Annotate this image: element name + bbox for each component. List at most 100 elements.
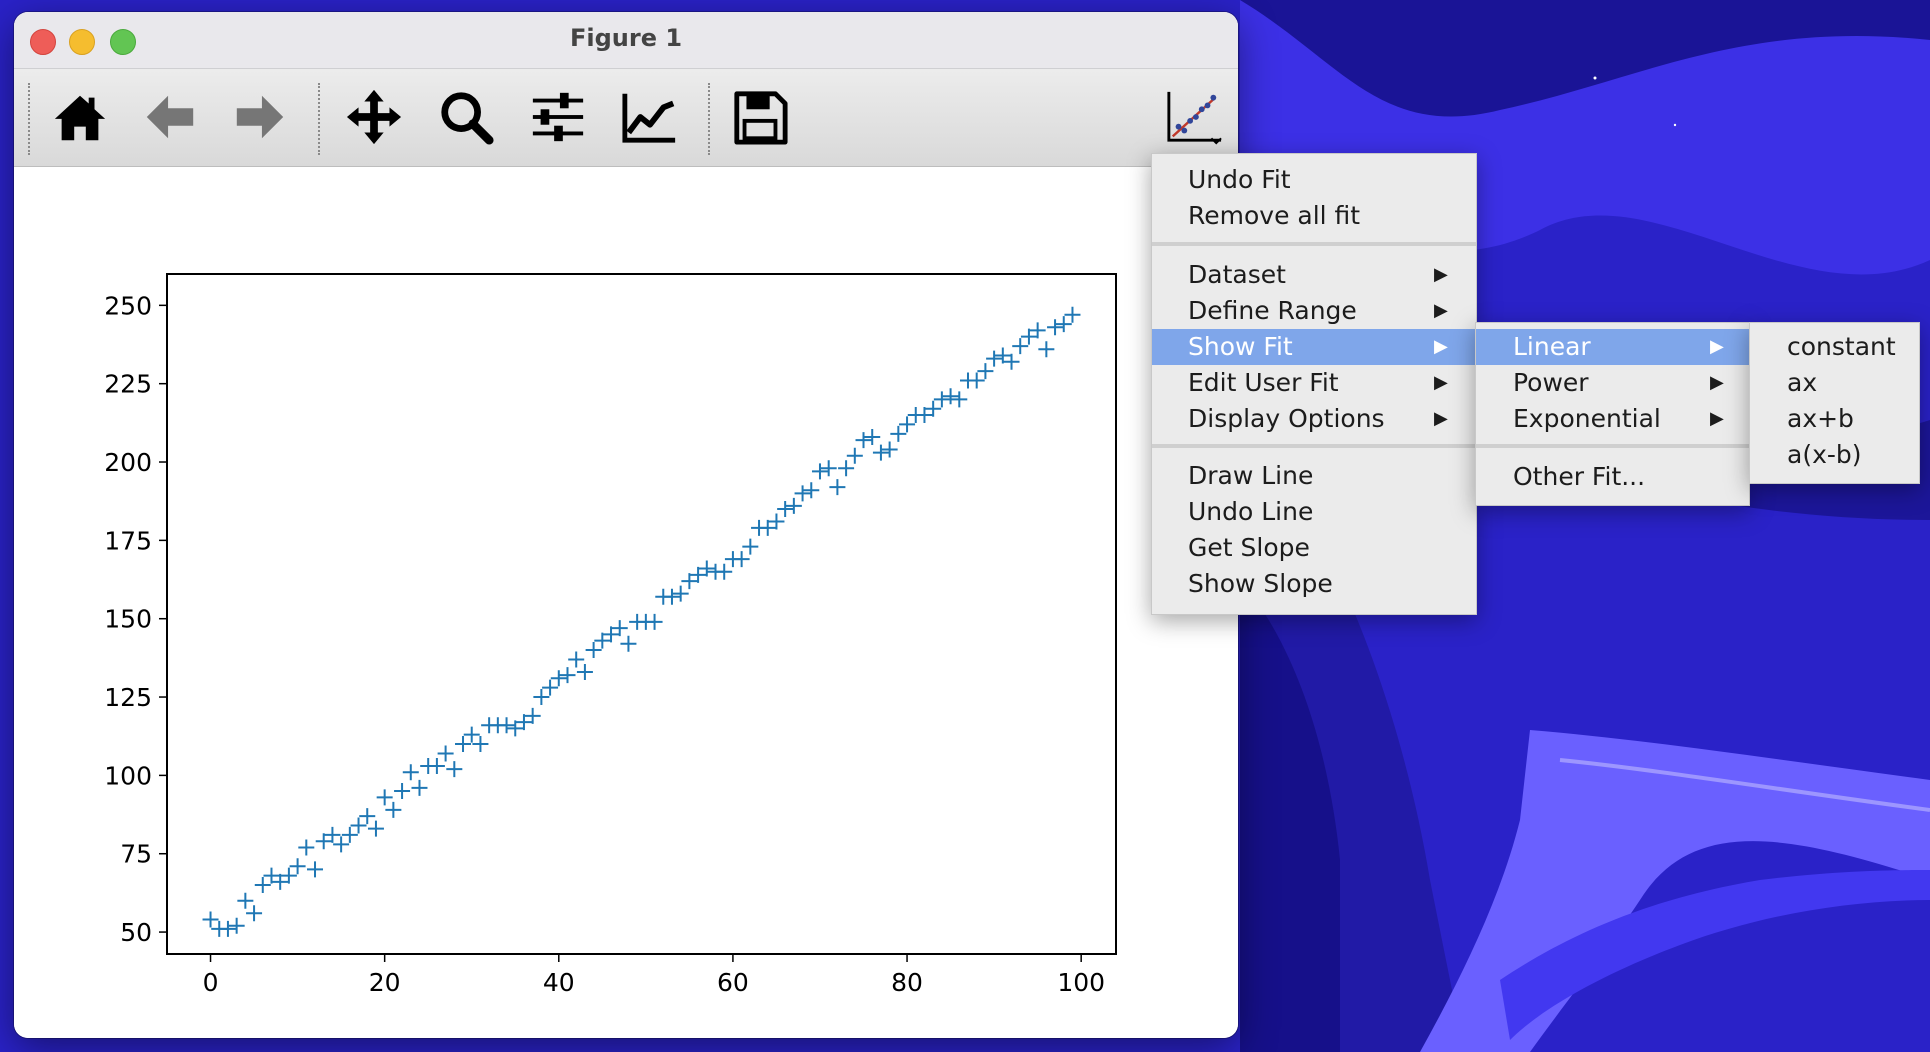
data-point-marker [385, 801, 402, 818]
linear-item-ax-plus-b[interactable]: ax+b [1750, 401, 1919, 437]
data-point-marker [620, 635, 637, 652]
data-point-marker [646, 613, 663, 630]
menu-item-display-options[interactable]: Display Options ▶ [1152, 401, 1476, 437]
menu-item-dataset[interactable]: Dataset ▶ [1152, 257, 1476, 293]
data-point-marker [1038, 341, 1055, 358]
toolbar [14, 69, 1238, 167]
home-icon [54, 95, 106, 141]
data-point-marker [881, 441, 898, 458]
menu-item-get-slope[interactable]: Get Slope [1152, 530, 1476, 566]
data-point-marker [411, 779, 428, 796]
data-point-marker [794, 485, 811, 502]
menu-item-draw-line[interactable]: Draw Line [1152, 458, 1476, 494]
menu-item-show-fit[interactable]: Show Fit ▶ [1152, 329, 1476, 365]
data-point-marker [402, 764, 419, 781]
data-point-marker [298, 839, 315, 856]
data-point-marker [376, 789, 393, 806]
scatter-plot[interactable]: 0 20 40 60 80 100 50 75 100 125 150 175 200 225 250 [14, 167, 1238, 1038]
forward-button[interactable] [230, 87, 290, 147]
data-point-marker [394, 783, 411, 800]
data-point-marker [846, 447, 863, 464]
y-tick-label: 75 [120, 840, 152, 869]
data-point-marker [446, 761, 463, 778]
data-point-marker [933, 391, 950, 408]
submenu-item-other-fit[interactable]: Other Fit... [1476, 459, 1749, 495]
pan-button[interactable] [344, 87, 404, 147]
data-point-marker [777, 501, 794, 518]
submenu-item-power[interactable]: Power ▶ [1476, 365, 1749, 401]
x-tick-label: 20 [369, 968, 401, 997]
data-point-marker [1012, 338, 1029, 355]
fit-context-menu: Undo Fit Remove all fit Dataset ▶ Define … [1151, 153, 1477, 615]
toolbar-grip [28, 83, 30, 155]
data-point-marker [463, 726, 480, 743]
data-point-marker [986, 350, 1003, 367]
scatter-fit-icon [1167, 91, 1222, 145]
arrow-left-icon [146, 95, 194, 139]
data-point-marker [254, 877, 271, 894]
move-arrows-icon [346, 89, 402, 145]
data-point-marker [367, 820, 384, 837]
fit-menu-button[interactable] [1164, 87, 1224, 147]
y-tick-label: 200 [104, 448, 152, 477]
x-tick-label: 0 [203, 968, 219, 997]
menu-item-edit-user-fit[interactable]: Edit User Fit ▶ [1152, 365, 1476, 401]
y-tick-label: 125 [104, 683, 152, 712]
data-point-marker [872, 444, 889, 461]
subplots-button[interactable] [528, 87, 588, 147]
y-tick-label: 100 [104, 761, 152, 790]
menu-separator [1152, 444, 1476, 448]
axes-frame [166, 273, 1117, 955]
submenu-arrow-icon: ▶ [1710, 408, 1724, 429]
sliders-icon [532, 92, 584, 142]
menu-item-undo-fit[interactable]: Undo Fit [1152, 162, 1476, 198]
edit-axes-button[interactable] [620, 87, 680, 147]
zoom-button[interactable] [436, 87, 496, 147]
data-point-marker [855, 432, 872, 449]
floppy-disk-icon [734, 91, 788, 145]
linear-item-constant[interactable]: constant [1750, 329, 1919, 365]
data-point-marker [951, 391, 968, 408]
data-point-marker [576, 663, 593, 680]
data-point-marker [803, 482, 820, 499]
y-tick-label: 250 [104, 291, 152, 320]
figure-canvas[interactable]: 0 20 40 60 80 100 50 75 100 125 150 175 200 225 250 [14, 167, 1238, 1038]
menu-item-undo-line[interactable]: Undo Line [1152, 494, 1476, 530]
menu-item-remove-all-fit[interactable]: Remove all fit [1152, 198, 1476, 234]
data-point-marker [472, 736, 489, 753]
data-point-marker [568, 651, 585, 668]
data-point-marker [977, 363, 994, 380]
menu-item-define-range[interactable]: Define Range ▶ [1152, 293, 1476, 329]
data-point-marker [550, 670, 567, 687]
line-chart-icon [622, 93, 676, 143]
data-point-marker [350, 817, 367, 834]
data-point-marker [498, 717, 515, 734]
data-point-marker [359, 808, 376, 825]
arrow-right-icon [236, 95, 284, 139]
data-point-marker [663, 588, 680, 605]
linear-item-ax[interactable]: ax [1750, 365, 1919, 401]
data-point-marker [428, 757, 445, 774]
linear-item-a-x-minus-b[interactable]: a(x-b) [1750, 437, 1919, 473]
data-point-marker [228, 917, 245, 934]
back-button[interactable] [140, 87, 200, 147]
menu-item-show-slope[interactable]: Show Slope [1152, 566, 1476, 602]
submenu-item-linear[interactable]: Linear ▶ [1476, 329, 1749, 365]
home-button[interactable] [50, 87, 110, 147]
save-button[interactable] [730, 87, 790, 147]
submenu-item-exponential[interactable]: Exponential ▶ [1476, 401, 1749, 437]
data-point-marker [1064, 306, 1081, 323]
submenu-arrow-icon: ▶ [1434, 300, 1448, 321]
data-point-marker [890, 425, 907, 442]
data-point-marker [1047, 319, 1064, 336]
data-point-marker [202, 911, 219, 928]
menu-separator [1152, 242, 1476, 246]
x-tick-label: 40 [543, 968, 575, 997]
x-tick-label: 80 [891, 968, 923, 997]
data-point-marker [533, 689, 550, 706]
data-point-marker [829, 479, 846, 496]
data-point-marker [672, 585, 689, 602]
submenu-arrow-icon: ▶ [1434, 336, 1448, 357]
menu-separator [1476, 444, 1749, 448]
toolbar-separator [318, 83, 320, 155]
